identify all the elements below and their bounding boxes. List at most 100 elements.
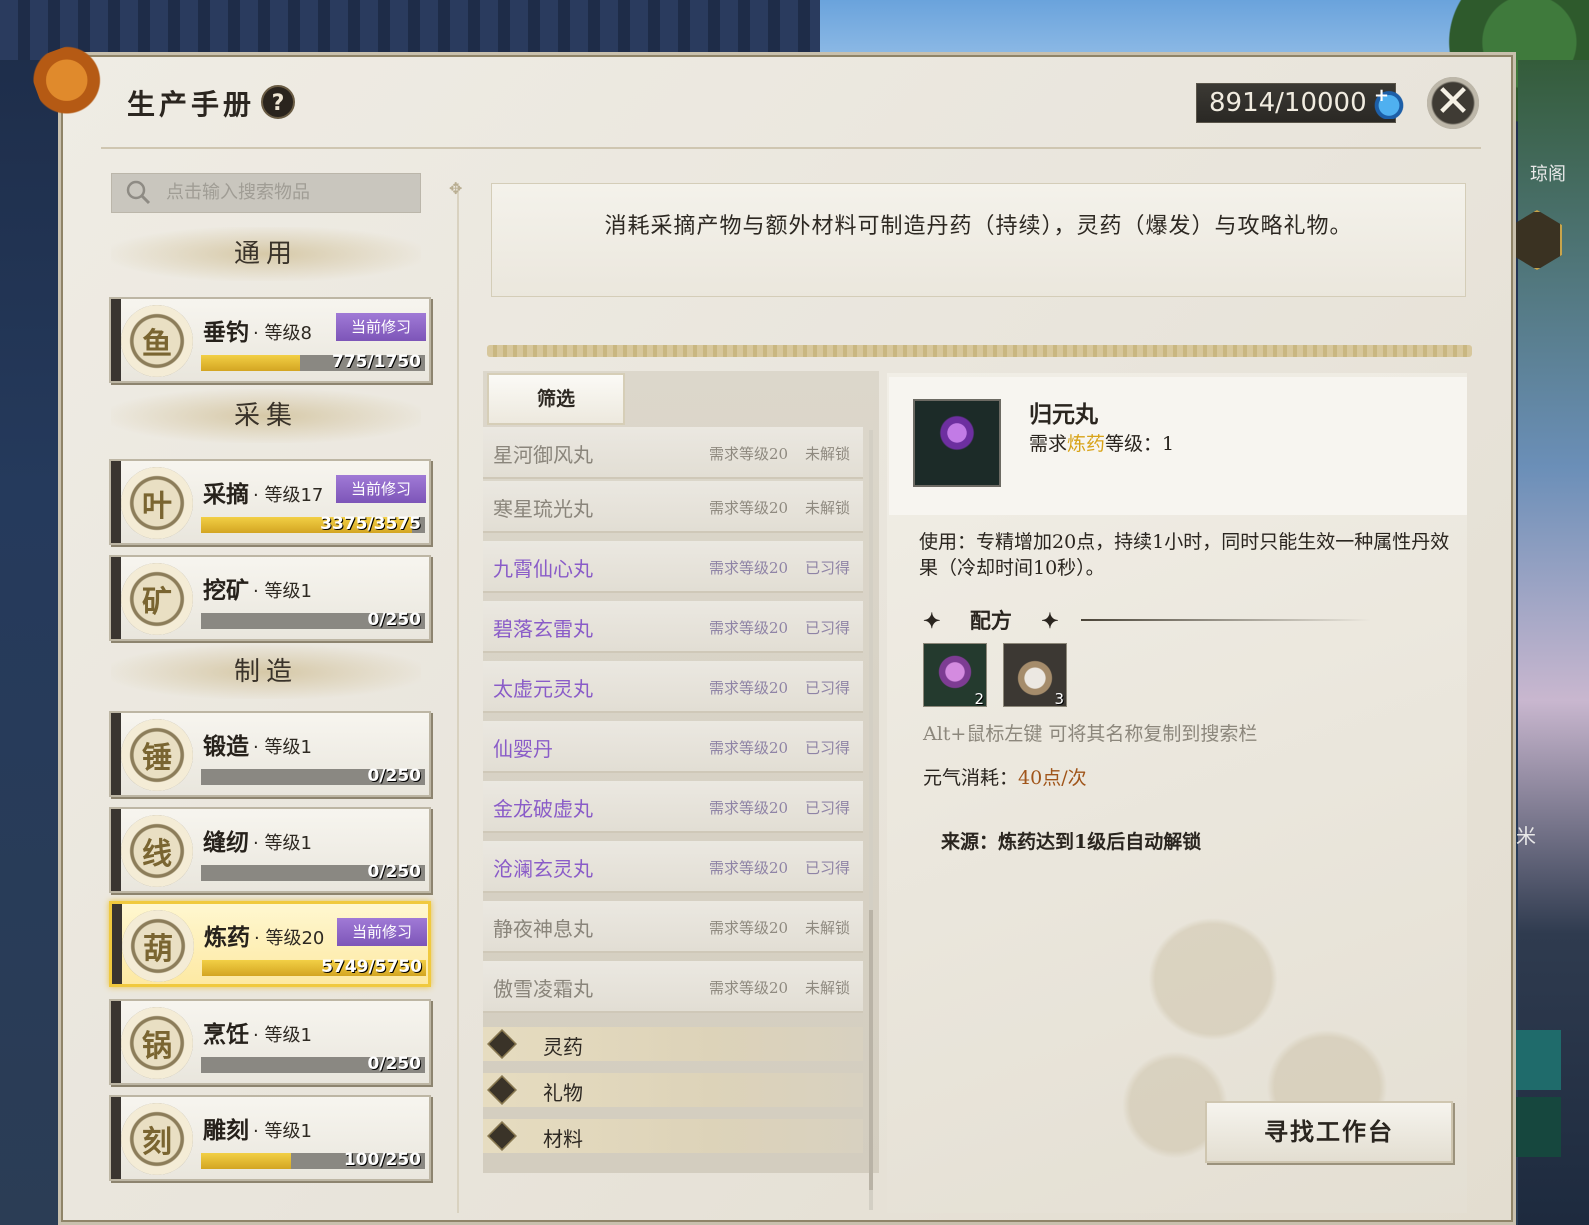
skill-card-carving[interactable]: 刻 雕刻 · 等级1 100/250	[109, 1095, 431, 1181]
skill-card-mining[interactable]: 矿 挖矿 · 等级1 0/250	[109, 555, 431, 641]
item-name: 归元丸	[1029, 401, 1098, 428]
skill-card-sewing[interactable]: 线 缝纫 · 等级1 0/250	[109, 807, 431, 893]
skill-progress-bar: 0/250	[201, 766, 425, 786]
skill-progress-text: 5749/5750	[321, 957, 422, 977]
energy-cost: 元气消耗：40点/次	[923, 763, 1087, 790]
skill-name: 垂钓	[203, 319, 249, 346]
card-edge	[111, 713, 121, 795]
recipe-status: 已习得	[805, 619, 851, 637]
herb-leaf-icon: 叶	[121, 467, 193, 539]
recipe-list-item[interactable]: 太虚元灵丸 需求等级20 已习得	[483, 661, 863, 713]
skill-progress-fill	[201, 355, 300, 371]
help-icon[interactable]: ?	[261, 85, 295, 119]
recipe-status: 未解锁	[805, 979, 851, 997]
recipe-list-item[interactable]: 沧澜玄灵丸 需求等级20 已习得	[483, 841, 863, 893]
skill-level: · 等级1	[253, 1025, 312, 1046]
energy-counter: 8914/10000	[1196, 83, 1396, 123]
recipe-name: 沧澜玄灵丸	[493, 857, 593, 881]
recipe-divider	[1081, 619, 1371, 621]
skill-level: · 等级1	[253, 737, 312, 758]
skill-card-forging[interactable]: 锤 锻造 · 等级1 0/250	[109, 711, 431, 797]
skill-progress-bar: 0/250	[201, 1054, 425, 1074]
recipe-requirement: 需求等级20	[709, 979, 789, 997]
skill-card-alchemy[interactable]: 葫 炼药 · 等级20 当前修习 5749/5750	[109, 901, 431, 987]
powder-pile-icon[interactable]: 3	[1003, 643, 1067, 708]
recipe-status: 未解锁	[805, 499, 851, 517]
skill-progress-bar: 775/1750	[201, 352, 425, 372]
pill-item-icon	[913, 399, 1001, 487]
skill-name: 雕刻	[203, 1117, 249, 1144]
recipe-status: 已习得	[805, 739, 851, 757]
skill-card-fishing[interactable]: 鱼 垂钓 · 等级8 当前修习 775/1750	[109, 297, 431, 383]
material-count: 2	[974, 690, 984, 708]
energy-add-icon[interactable]: +	[1374, 85, 1404, 119]
recipe-status: 已习得	[805, 859, 851, 877]
description-text: 消耗采摘产物与额外材料可制造丹药（持续），灵药（爆发）与攻略礼物。	[604, 214, 1353, 239]
expand-arrow-icon	[487, 1121, 517, 1151]
recipe-status: 已习得	[805, 679, 851, 697]
gourd-icon: 葫	[122, 910, 194, 982]
header-divider	[101, 147, 1481, 149]
skill-level: · 等级1	[253, 581, 312, 602]
expand-arrow-icon	[487, 1075, 517, 1105]
description-box: 消耗采摘产物与额外材料可制造丹药（持续），灵药（爆发）与攻略礼物。	[491, 183, 1466, 297]
hud-skill-slot-icon[interactable]	[1516, 1097, 1561, 1157]
skill-card-picking[interactable]: 叶 采摘 · 等级17 当前修习 3375/3575	[109, 459, 431, 545]
skill-progress-bar: 0/250	[201, 862, 425, 882]
recipe-list-item[interactable]: 九霄仙心丸 需求等级20 已习得	[483, 541, 863, 593]
hud-skill-slot-icon[interactable]	[1516, 1030, 1561, 1090]
recipe-list-item[interactable]: 星河御风丸 需求等级20 未解锁	[483, 427, 863, 479]
search-input[interactable]: 点击输入搜索物品	[111, 173, 421, 213]
flower-petal-icon[interactable]: 2	[923, 643, 987, 708]
skill-level: · 等级1	[253, 1121, 312, 1142]
recipe-name: 太虚元灵丸	[493, 677, 593, 701]
skill-level: · 等级17	[253, 485, 324, 506]
recipe-list-item[interactable]: 静夜神息丸 需求等级20 未解锁	[483, 901, 863, 953]
item-requirement: 需求炼药等级：1	[1029, 429, 1174, 456]
item-requirement-suffix: 等级：1	[1105, 433, 1175, 455]
category-row-material[interactable]: 材料	[483, 1119, 863, 1153]
current-training-badge: 当前修习	[336, 313, 426, 341]
skill-progress-bar: 3375/3575	[201, 514, 425, 534]
close-button[interactable]: ✕	[1427, 77, 1479, 129]
list-scrollbar[interactable]	[869, 430, 873, 1210]
current-training-badge: 当前修习	[337, 918, 427, 946]
skill-progress-text: 0/250	[367, 862, 421, 882]
diamond-ornament-icon: ✦	[1041, 608, 1059, 633]
recipe-status: 未解锁	[805, 919, 851, 937]
item-use-description: 使用：专精增加20点，持续1小时，同时只能生效一种属性丹效果（冷却时间10秒）。	[919, 531, 1450, 579]
recipe-name: 碧落玄雷丸	[493, 617, 593, 641]
category-row-gift[interactable]: 礼物	[483, 1073, 863, 1107]
recipe-list-item[interactable]: 金龙破虚丸 需求等级20 已习得	[483, 781, 863, 833]
card-edge	[111, 809, 121, 891]
filter-button[interactable]: 筛选	[487, 373, 625, 425]
skill-name: 炼药	[204, 924, 250, 951]
search-icon	[126, 180, 151, 205]
section-heading-gather: 采集	[111, 389, 421, 443]
ornament-divider	[487, 345, 1472, 357]
section-heading-general: 通用	[111, 227, 421, 281]
recipe-requirement: 需求等级20	[709, 445, 789, 463]
recipe-list-item[interactable]: 仙婴丹 需求等级20 已习得	[483, 721, 863, 773]
find-workbench-button[interactable]: 寻找工作台	[1205, 1101, 1453, 1163]
anvil-icon: 锤	[121, 719, 193, 791]
copy-name-hint: Alt+鼠标左键 可将其名称复制到搜索栏	[923, 723, 1258, 745]
skill-progress-text: 3375/3575	[320, 514, 421, 534]
skill-progress-text: 0/250	[367, 610, 421, 630]
skill-card-cooking[interactable]: 锅 烹饪 · 等级1 0/250	[109, 999, 431, 1085]
energy-cost-label: 元气消耗：	[923, 767, 1019, 789]
recipe-name: 静夜神息丸	[493, 917, 593, 941]
recipe-list-item[interactable]: 傲雪凌霜丸 需求等级20 未解锁	[483, 961, 863, 1013]
recipe-list-item[interactable]: 碧落玄雷丸 需求等级20 已习得	[483, 601, 863, 653]
recipe-requirement: 需求等级20	[709, 919, 789, 937]
recipe-list-item[interactable]: 寒星琉光丸 需求等级20 未解锁	[483, 481, 863, 533]
category-row-elixir[interactable]: 灵药	[483, 1027, 863, 1061]
scrollbar-thumb[interactable]	[869, 910, 873, 1190]
skill-progress-bar: 0/250	[201, 610, 425, 630]
item-source: 来源：炼药达到1级后自动解锁	[941, 831, 1202, 853]
skill-progress-text: 100/250	[343, 1150, 421, 1170]
skill-name: 缝纫	[203, 829, 249, 856]
recipe-requirement: 需求等级20	[709, 499, 789, 517]
card-edge	[112, 904, 122, 984]
diamond-ornament-icon: ✦	[923, 608, 941, 633]
